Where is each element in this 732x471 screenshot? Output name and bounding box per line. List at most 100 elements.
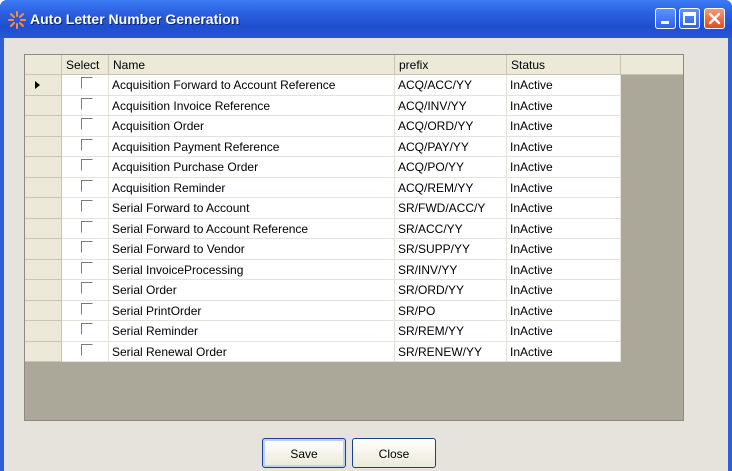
row-header[interactable] [25, 218, 62, 239]
name-cell[interactable]: Serial Reminder [109, 321, 395, 342]
status-cell[interactable]: InActive [507, 321, 621, 342]
row-header[interactable] [25, 157, 62, 178]
name-cell[interactable]: Serial Forward to Account Reference [109, 218, 395, 239]
status-cell[interactable]: InActive [507, 198, 621, 219]
column-header-filler [621, 55, 683, 75]
name-cell[interactable]: Acquisition Invoice Reference [109, 95, 395, 116]
name-cell[interactable]: Acquisition Purchase Order [109, 157, 395, 178]
title-bar[interactable]: Auto Letter Number Generation [0, 0, 732, 38]
prefix-cell[interactable]: ACQ/PO/YY [395, 157, 507, 178]
select-cell [62, 341, 109, 362]
select-checkbox[interactable] [81, 302, 93, 315]
prefix-cell[interactable]: SR/PO [395, 300, 507, 321]
prefix-cell[interactable]: ACQ/INV/YY [395, 95, 507, 116]
name-cell[interactable]: Serial Forward to Account [109, 198, 395, 219]
status-cell[interactable]: InActive [507, 341, 621, 362]
prefix-cell[interactable]: SR/REM/YY [395, 321, 507, 342]
select-checkbox[interactable] [81, 200, 93, 212]
close-button[interactable]: Close [352, 438, 436, 468]
row-header[interactable] [25, 239, 62, 260]
select-checkbox[interactable] [81, 282, 93, 294]
row-header[interactable] [25, 280, 62, 301]
prefix-cell[interactable]: SR/SUPP/YY [395, 239, 507, 260]
select-cell [62, 75, 109, 96]
status-cell[interactable]: InActive [507, 136, 621, 157]
prefix-cell[interactable]: SR/RENEW/YY [395, 341, 507, 362]
status-cell[interactable]: InActive [507, 300, 621, 321]
select-cell [62, 280, 109, 301]
select-checkbox[interactable] [81, 138, 93, 151]
name-cell[interactable]: Serial InvoiceProcessing [109, 259, 395, 280]
row-header[interactable] [25, 116, 62, 137]
row-header[interactable] [25, 177, 62, 198]
app-icon [8, 11, 26, 29]
select-checkbox[interactable] [81, 323, 93, 335]
close-icon [708, 12, 721, 25]
select-checkbox[interactable] [81, 77, 93, 89]
column-header-prefix[interactable]: prefix [395, 55, 507, 75]
row-header[interactable] [25, 95, 62, 116]
status-cell[interactable]: InActive [507, 218, 621, 239]
row-header[interactable] [25, 198, 62, 219]
prefix-cell[interactable]: ACQ/PAY/YY [395, 136, 507, 157]
name-cell[interactable]: Acquisition Payment Reference [109, 136, 395, 157]
select-checkbox[interactable] [81, 179, 93, 192]
select-cell [62, 95, 109, 116]
select-cell [62, 321, 109, 342]
maximize-icon [683, 12, 696, 25]
status-cell[interactable]: InActive [507, 259, 621, 280]
prefix-cell[interactable]: SR/FWD/ACC/Y [395, 198, 507, 219]
select-cell [62, 116, 109, 137]
status-cell[interactable]: InActive [507, 157, 621, 178]
column-header-select[interactable]: Select [62, 55, 109, 75]
row-header[interactable] [25, 321, 62, 342]
select-checkbox[interactable] [81, 118, 93, 130]
name-cell[interactable]: Serial Forward to Vendor [109, 239, 395, 260]
column-header-status[interactable]: Status [507, 55, 621, 75]
prefix-cell[interactable]: SR/ORD/YY [395, 280, 507, 301]
name-cell[interactable]: Acquisition Reminder [109, 177, 395, 198]
select-checkbox[interactable] [81, 241, 93, 253]
status-cell[interactable]: InActive [507, 280, 621, 301]
status-cell[interactable]: InActive [507, 177, 621, 198]
save-button[interactable]: Save [262, 438, 346, 468]
select-checkbox[interactable] [81, 220, 93, 233]
status-cell[interactable]: InActive [507, 239, 621, 260]
select-cell [62, 259, 109, 280]
status-cell[interactable]: InActive [507, 75, 621, 96]
status-cell[interactable]: InActive [507, 116, 621, 137]
row-header[interactable] [25, 300, 62, 321]
column-header-name[interactable]: Name [109, 55, 395, 75]
prefix-cell[interactable]: ACQ/REM/YY [395, 177, 507, 198]
select-cell [62, 177, 109, 198]
row-header[interactable] [25, 136, 62, 157]
name-cell[interactable]: Acquisition Order [109, 116, 395, 137]
select-cell [62, 239, 109, 260]
status-cell[interactable]: InActive [507, 95, 621, 116]
select-checkbox[interactable] [81, 261, 93, 274]
select-checkbox[interactable] [81, 159, 93, 171]
select-cell [62, 157, 109, 178]
name-cell[interactable]: Serial Order [109, 280, 395, 301]
row-pointer-icon [35, 81, 40, 89]
row-header[interactable] [25, 259, 62, 280]
select-cell [62, 198, 109, 219]
prefix-cell[interactable]: SR/ACC/YY [395, 218, 507, 239]
select-checkbox[interactable] [81, 343, 93, 356]
maximize-button[interactable] [679, 8, 700, 29]
name-cell[interactable]: Serial PrintOrder [109, 300, 395, 321]
name-cell[interactable]: Serial Renewal Order [109, 341, 395, 362]
row-header[interactable] [25, 75, 62, 96]
name-cell[interactable]: Acquisition Forward to Account Reference [109, 75, 395, 96]
select-checkbox[interactable] [81, 97, 93, 110]
prefix-cell[interactable]: SR/INV/YY [395, 259, 507, 280]
select-cell [62, 300, 109, 321]
letter-number-grid[interactable]: Select Name prefix Status Acquisition Fo… [24, 54, 684, 421]
row-header[interactable] [25, 341, 62, 362]
close-window-button[interactable] [704, 8, 725, 29]
prefix-cell[interactable]: ACQ/ORD/YY [395, 116, 507, 137]
prefix-cell[interactable]: ACQ/ACC/YY [395, 75, 507, 96]
minimize-icon [661, 21, 669, 24]
minimize-button[interactable] [655, 8, 676, 29]
grid-corner-header [25, 55, 62, 75]
